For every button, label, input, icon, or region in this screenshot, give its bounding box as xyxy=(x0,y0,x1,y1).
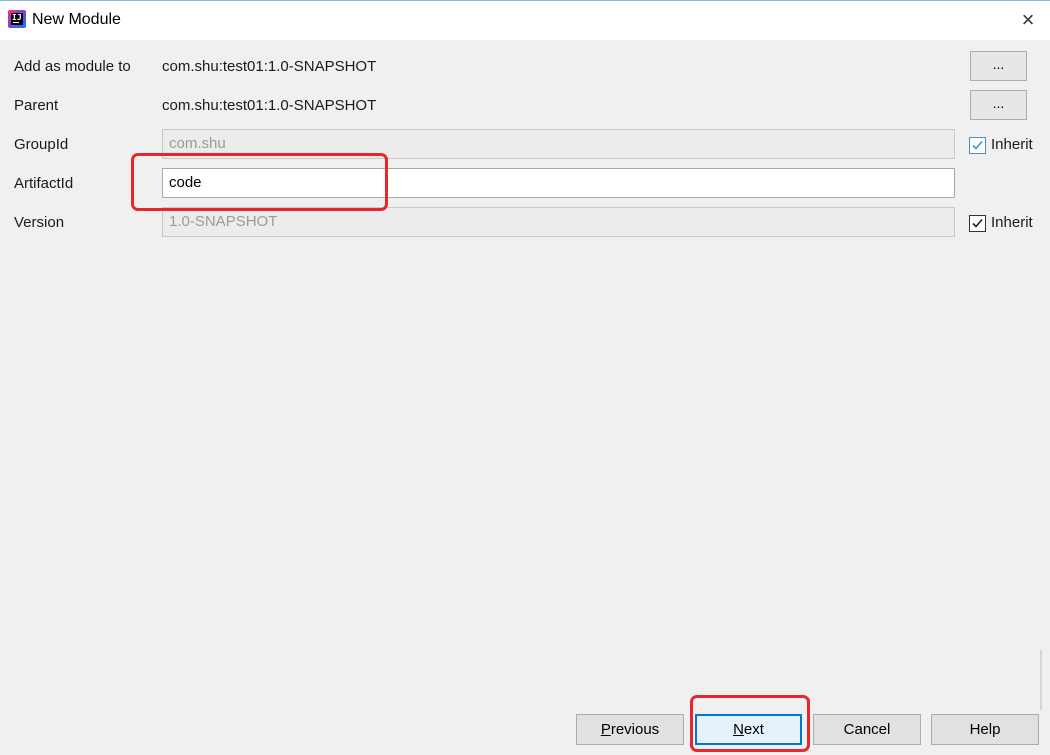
add-as-module-to-value: com.shu:test01:1.0-SNAPSHOT xyxy=(162,58,377,75)
parent-browse-button[interactable]: ... xyxy=(970,90,1027,120)
parent-label: Parent xyxy=(14,97,59,114)
checkmark-icon xyxy=(972,218,983,228)
window-title: New Module xyxy=(32,11,121,28)
artifact-id-highlight xyxy=(131,153,388,211)
next-button-highlight xyxy=(690,695,810,752)
parent-value: com.shu:test01:1.0-SNAPSHOT xyxy=(162,97,377,114)
previous-label-rest: revious xyxy=(610,721,660,738)
title-bar: IJ New Module × xyxy=(0,0,1050,40)
add-as-module-to-label: Add as module to xyxy=(14,58,131,75)
add-as-module-to-browse-button[interactable]: ... xyxy=(970,51,1027,81)
version-field[interactable]: 1.0-SNAPSHOT xyxy=(162,207,955,237)
intellij-app-icon: IJ xyxy=(8,10,26,28)
close-icon[interactable]: × xyxy=(1014,7,1042,35)
version-inherit-label: Inherit xyxy=(991,214,1033,231)
resize-grip[interactable] xyxy=(1040,650,1042,710)
version-inherit-checkbox[interactable] xyxy=(969,215,986,232)
cancel-button[interactable]: Cancel xyxy=(813,714,921,745)
group-id-inherit-label: Inherit xyxy=(991,136,1033,153)
group-id-inherit-checkbox[interactable] xyxy=(969,137,986,154)
previous-button[interactable]: Previous xyxy=(576,714,684,745)
artifact-id-label: ArtifactId xyxy=(14,175,74,192)
checkmark-icon xyxy=(972,140,983,150)
previous-mnemonic: P xyxy=(600,721,611,738)
help-button[interactable]: Help xyxy=(931,714,1039,745)
version-label: Version xyxy=(14,214,65,231)
group-id-label: GroupId xyxy=(14,136,69,153)
